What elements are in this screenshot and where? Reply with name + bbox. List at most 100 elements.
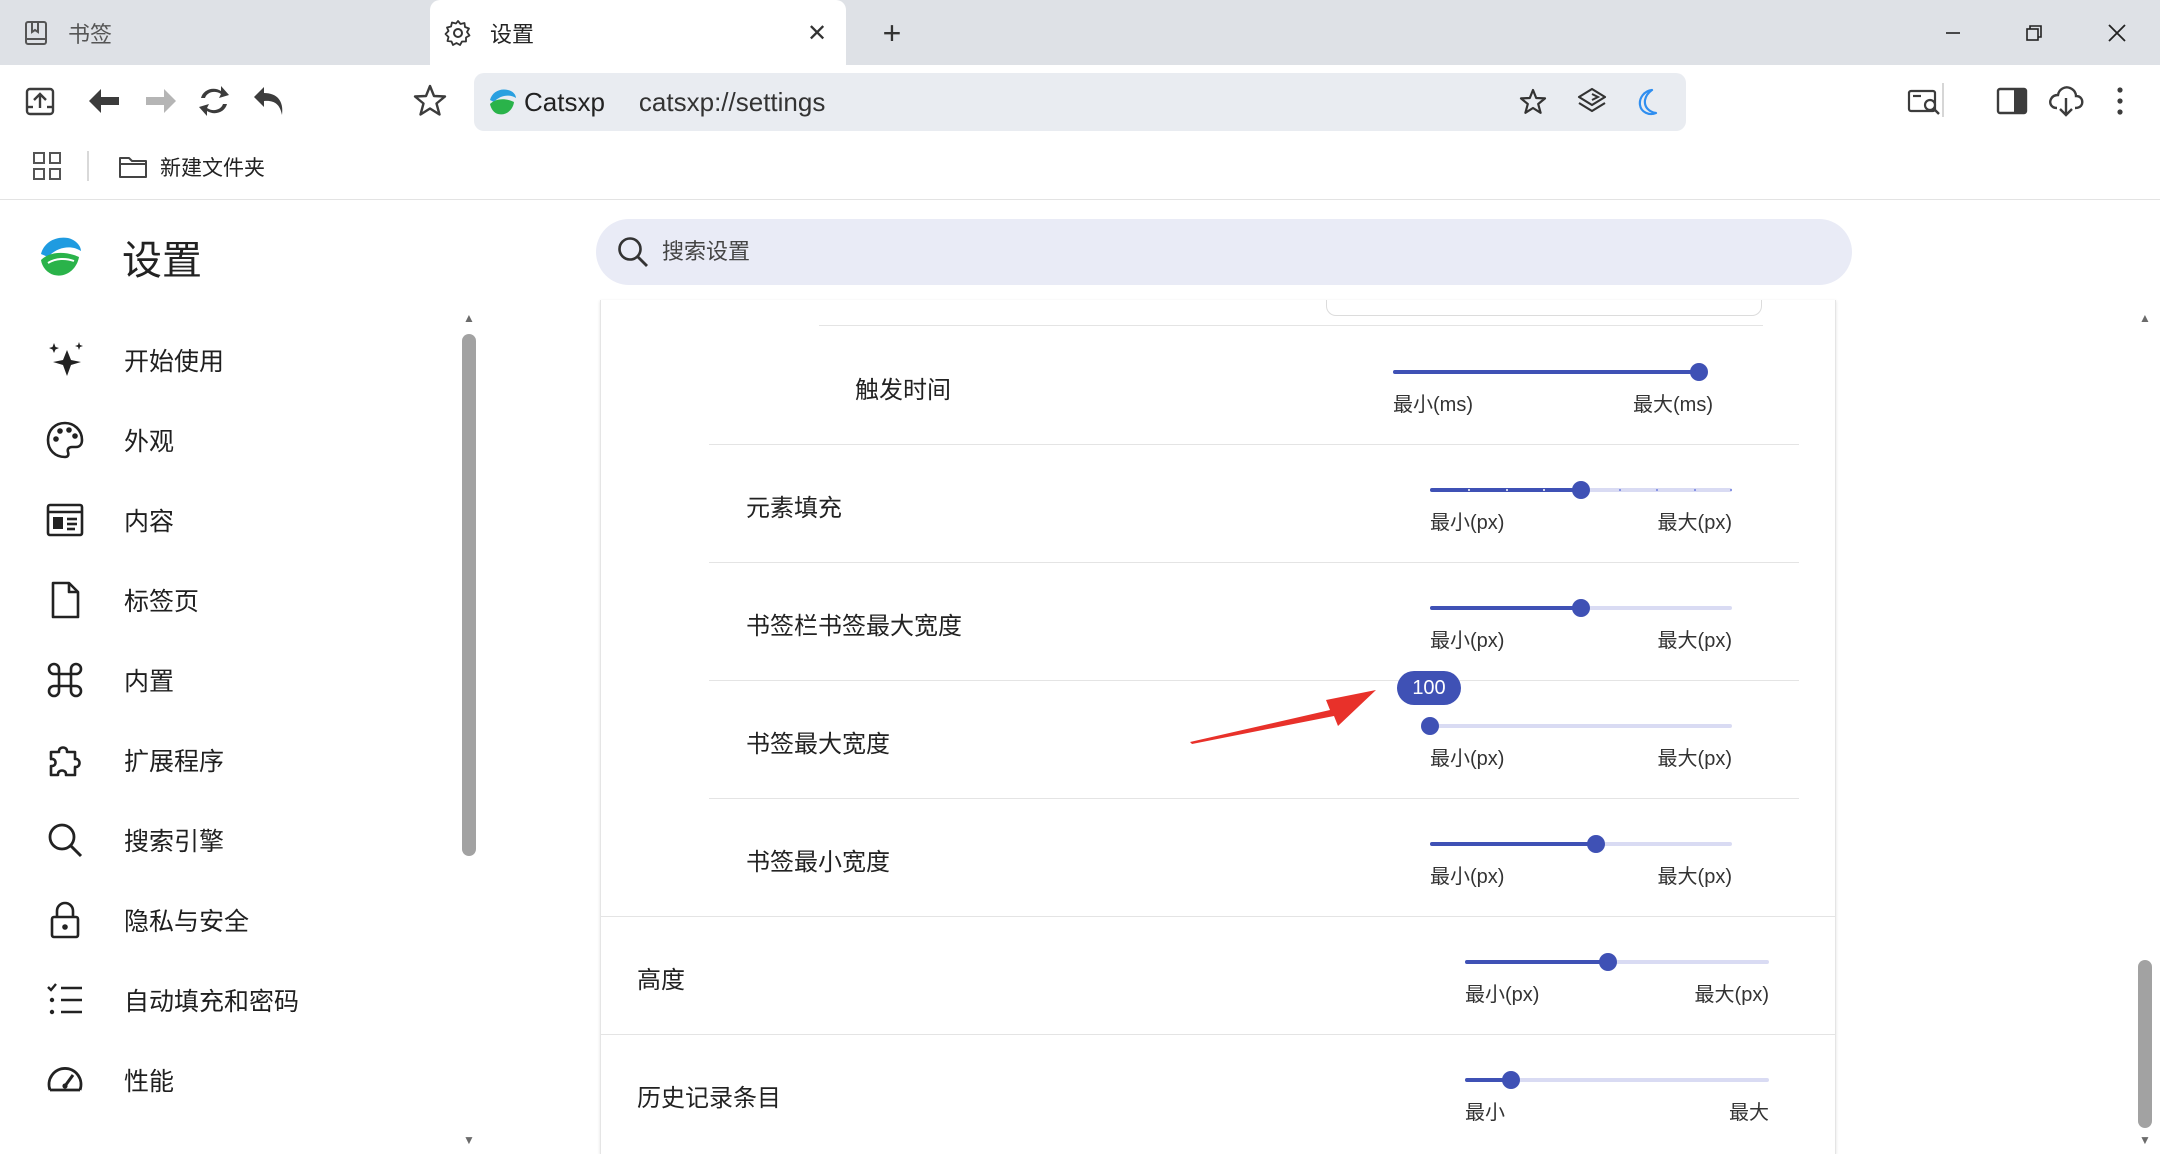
sidebar-item-get-started[interactable]: 开始使用	[0, 320, 460, 400]
slider-max-label: 最大(px)	[1657, 866, 1732, 888]
page-scroll-down-arrow-icon[interactable]: ▼	[2137, 1134, 2153, 1146]
apps-grid-icon[interactable]	[32, 151, 62, 181]
collapsed-field-edge	[1326, 300, 1762, 316]
minimize-icon[interactable]	[1930, 10, 1976, 56]
reload-icon[interactable]	[190, 77, 238, 125]
command-key-icon	[44, 659, 86, 701]
scroll-down-arrow-icon[interactable]: ▼	[461, 1134, 477, 1146]
tab-bookmarks[interactable]: 书签	[0, 0, 428, 65]
checklist-icon	[44, 979, 86, 1021]
slider-thumb[interactable]	[1587, 835, 1606, 853]
palette-icon	[44, 419, 86, 461]
sidebar-item-label: 自动填充和密码	[124, 988, 300, 1016]
slider-min-label: 最小(px)	[1465, 984, 1540, 1006]
restore-icon[interactable]	[2011, 10, 2057, 56]
tab-settings[interactable]: 设置 ✕	[430, 0, 846, 65]
bookmark-min-width-slider[interactable]: 最小(px) 最大(px)	[1430, 832, 1732, 892]
sidebar-item-search-engine[interactable]: 搜索引擎	[0, 800, 460, 880]
page-icon	[44, 579, 86, 621]
sidebar-item-label: 性能	[124, 1068, 175, 1096]
settings-header: 设置	[36, 228, 202, 286]
slider-max-label: 最大	[1729, 1102, 1769, 1124]
gear-icon	[444, 19, 472, 47]
slider-tick	[1730, 489, 1732, 491]
sidebar-item-label: 开始使用	[124, 348, 225, 376]
sidebar-item-appearance[interactable]: 外观	[0, 400, 460, 480]
settings-search[interactable]	[596, 219, 1852, 285]
row-label-element-padding: 元素填充	[746, 495, 842, 522]
sidebar-item-content[interactable]: 内容	[0, 480, 460, 560]
bookmark-page-star-icon[interactable]	[1509, 78, 1557, 126]
back-icon[interactable]	[80, 77, 128, 125]
sidebar-item-label: 内置	[124, 668, 175, 696]
toolbar-divider	[1942, 83, 1944, 117]
slider-thumb[interactable]	[1421, 717, 1439, 735]
slider-thumb[interactable]	[1501, 1071, 1520, 1089]
sidebar-item-extensions[interactable]: 扩展程序	[0, 720, 460, 800]
cloud-download-icon[interactable]	[2042, 77, 2090, 125]
sidebar-item-autofill[interactable]: 自动填充和密码	[0, 960, 460, 1040]
sidebar-scroll-thumb[interactable]	[462, 334, 476, 856]
side-panel-icon[interactable]	[1988, 77, 2036, 125]
upload-tray-icon[interactable]	[16, 77, 64, 125]
height-slider[interactable]: 最小(px) 最大(px)	[1465, 950, 1769, 1010]
slider-min-label: 最小(px)	[1430, 866, 1505, 888]
dark-mode-moon-icon[interactable]	[1624, 78, 1672, 126]
slider-max-label: 最大(px)	[1657, 748, 1732, 770]
slider-max-label: 最大(px)	[1657, 630, 1732, 652]
bookmarks-divider	[87, 151, 89, 181]
sidebar-item-builtin[interactable]: 内置	[0, 640, 460, 720]
undo-icon[interactable]	[245, 77, 293, 125]
settings-nav: 开始使用 外观 内容 标签页 内置 扩展程序 搜索引擎 隐私与安全 自动填充和密…	[0, 320, 460, 1120]
reading-mode-icon[interactable]	[1900, 77, 1948, 125]
sidebar-item-label: 标签页	[124, 588, 200, 616]
bookmark-star-icon[interactable]	[406, 77, 454, 125]
folder-label: 新建文件夹	[160, 157, 265, 180]
lock-icon	[44, 899, 86, 941]
bookmark-max-width-slider[interactable]: 最小(px) 最大(px)	[1421, 714, 1732, 774]
puzzle-icon	[44, 739, 86, 781]
address-bar[interactable]: Catsxp catsxp://settings	[474, 73, 1686, 131]
page-scroll-thumb[interactable]	[2138, 960, 2152, 1128]
url-text[interactable]: catsxp://settings	[639, 87, 825, 118]
slider-tick	[1468, 489, 1470, 491]
forward-icon[interactable]	[137, 77, 185, 125]
trigger-time-slider[interactable]: 最小(ms) 最大(ms)	[1393, 360, 1713, 420]
content-card-icon	[44, 499, 86, 541]
history-entries-slider[interactable]: 最小 最大	[1465, 1068, 1769, 1128]
more-menu-icon[interactable]	[2096, 77, 2144, 125]
slider-fill	[1393, 370, 1699, 374]
annotation-arrow-icon	[1190, 690, 1376, 744]
sidebar-item-label: 内容	[124, 508, 175, 536]
new-tab-button[interactable]: +	[873, 14, 911, 52]
row-divider	[709, 562, 1799, 563]
close-window-icon[interactable]	[2094, 10, 2140, 56]
row-divider	[819, 325, 1763, 326]
slider-max-label: 最大(px)	[1694, 984, 1769, 1006]
element-padding-slider[interactable]: 最小(px) 最大(px)	[1430, 478, 1732, 538]
sidebar-item-tabs[interactable]: 标签页	[0, 560, 460, 640]
scroll-up-arrow-icon[interactable]: ▲	[461, 312, 477, 324]
row-label-bookmark-bar-max-width: 书签栏书签最大宽度	[746, 613, 962, 640]
bookmarks-bar: 新建文件夹	[0, 137, 2160, 200]
tab-strip: 书签 设置 ✕ +	[0, 0, 2160, 65]
row-divider	[709, 798, 1799, 799]
layers-icon[interactable]	[1568, 78, 1616, 126]
catsxp-logo-icon	[41, 237, 81, 276]
page-scroll-up-arrow-icon[interactable]: ▲	[2137, 312, 2153, 324]
sidebar-item-privacy[interactable]: 隐私与安全	[0, 880, 460, 960]
slider-thumb[interactable]	[1690, 363, 1708, 381]
row-label-trigger-time: 触发时间	[855, 377, 951, 404]
page-title: 设置	[122, 239, 202, 283]
sidebar-item-performance[interactable]: 性能	[0, 1040, 460, 1120]
toolbar: Catsxp catsxp://settings	[0, 65, 2160, 137]
speedometer-icon	[44, 1059, 86, 1101]
slider-thumb[interactable]	[1572, 481, 1590, 499]
slider-min-label: 最小(ms)	[1393, 394, 1473, 416]
close-tab-icon[interactable]: ✕	[802, 18, 832, 48]
slider-thumb[interactable]	[1572, 599, 1590, 617]
bookmark-folder[interactable]: 新建文件夹	[118, 147, 265, 187]
bookmark-bar-max-width-slider[interactable]: 最小(px) 最大(px)	[1430, 596, 1732, 656]
slider-thumb[interactable]	[1598, 953, 1617, 971]
search-input[interactable]	[662, 239, 1762, 265]
